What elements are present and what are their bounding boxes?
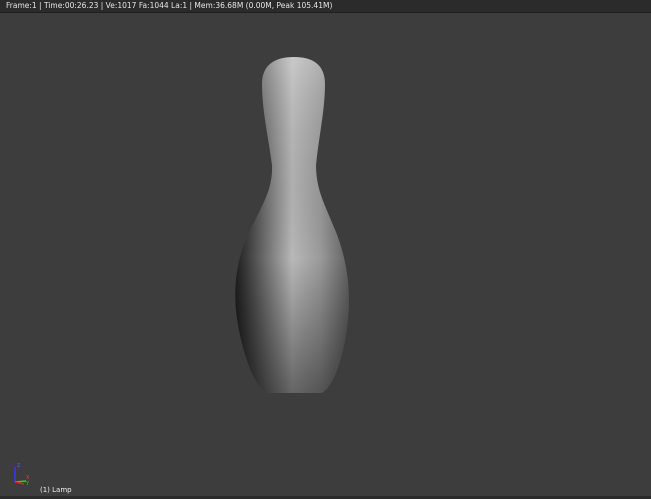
- axis-y-label: Y: [25, 481, 30, 487]
- axis-z-label: Z: [17, 463, 21, 469]
- axis-gizmo-icon: Z X Y: [14, 463, 30, 487]
- bowling-pin-render: Z X Y: [14, 57, 349, 487]
- active-object-label: (1) Lamp: [40, 486, 72, 494]
